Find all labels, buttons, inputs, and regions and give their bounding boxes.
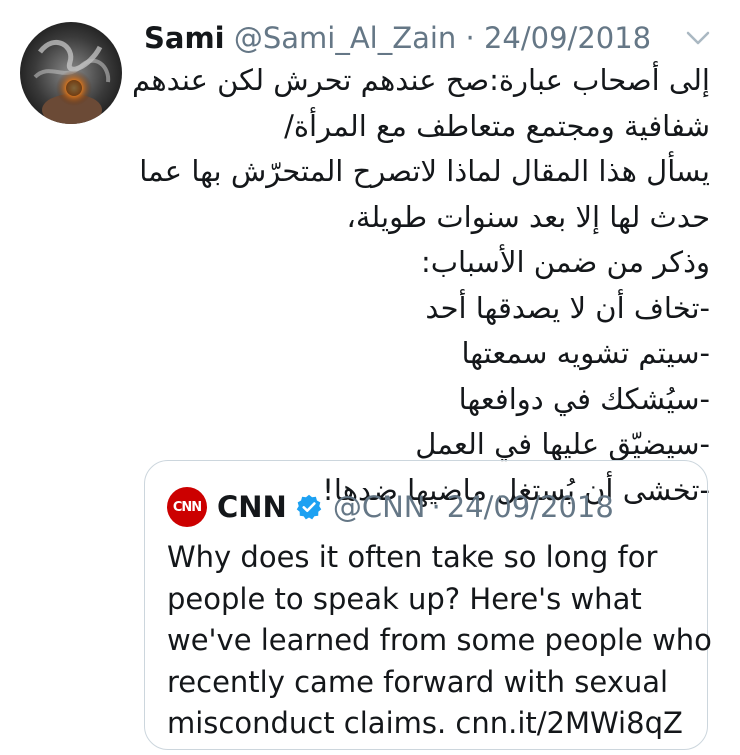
verified-badge-icon: [296, 494, 322, 520]
quoted-author-name[interactable]: CNN: [217, 490, 287, 524]
tweet-text-line: -سيُشكك في دوافعها: [458, 381, 710, 416]
avatar-image: [20, 22, 122, 124]
quoted-header-separator: ·: [431, 490, 441, 524]
avatar[interactable]: [20, 22, 122, 124]
author-name[interactable]: Sami: [144, 21, 225, 55]
tweet-header: Sami @Sami_Al_Zain · 24/09/2018: [144, 18, 651, 58]
author-handle[interactable]: @Sami_Al_Zain: [234, 21, 456, 55]
tweet-text-line: حدث لها إلا بعد سنوات طويلة،: [346, 199, 711, 234]
quoted-text-line: people to speak up? Here's what: [167, 581, 642, 616]
tweet-date[interactable]: 24/09/2018: [484, 21, 651, 55]
tweet-text-line: -تخاف أن لا يصدقها أحد: [425, 290, 710, 325]
cnn-logo-text: CNN: [172, 499, 202, 515]
quoted-text-line: Why does it often take so long for: [167, 540, 658, 574]
quoted-tweet-header: CNN CNN @CNN · 24/09/2018: [167, 487, 614, 527]
quoted-text-line: recently came forward with sexual: [167, 664, 669, 699]
quoted-author-handle[interactable]: @CNN: [333, 490, 426, 524]
quoted-text-line: we've learned from some people who: [167, 623, 712, 657]
quoted-tweet-card[interactable]: CNN CNN @CNN · 24/09/2018 Why does it of…: [144, 460, 712, 750]
tweet-text: إلى أصحاب عبارة:صح عندهم تحرش لكن عندهم …: [132, 58, 711, 513]
tweet-text-line: -سيتم تشويه سمعتها: [461, 336, 710, 370]
quoted-text-line: misconduct claims. cnn.it/2MWi8qZ: [167, 706, 683, 740]
tweet-text-line: يسأل هذا المقال لماذا لاتصرح المتحرّش به…: [139, 154, 710, 188]
tweet-text-line: وذكر من ضمن الأسباب:: [420, 245, 710, 279]
tweet-text-line: شفافية ومجتمع متعاطف مع المرأة/: [284, 108, 710, 143]
cnn-logo[interactable]: CNN: [167, 487, 207, 527]
chevron-down-icon[interactable]: [684, 28, 712, 48]
header-separator: ·: [465, 21, 475, 55]
tweet-text-line: إلى أصحاب عبارة:صح عندهم تحرش لكن عندهم: [132, 63, 710, 97]
quoted-tweet-text: Why does it often take so long for peopl…: [167, 537, 712, 745]
quoted-tweet-date[interactable]: 24/09/2018: [447, 490, 614, 524]
